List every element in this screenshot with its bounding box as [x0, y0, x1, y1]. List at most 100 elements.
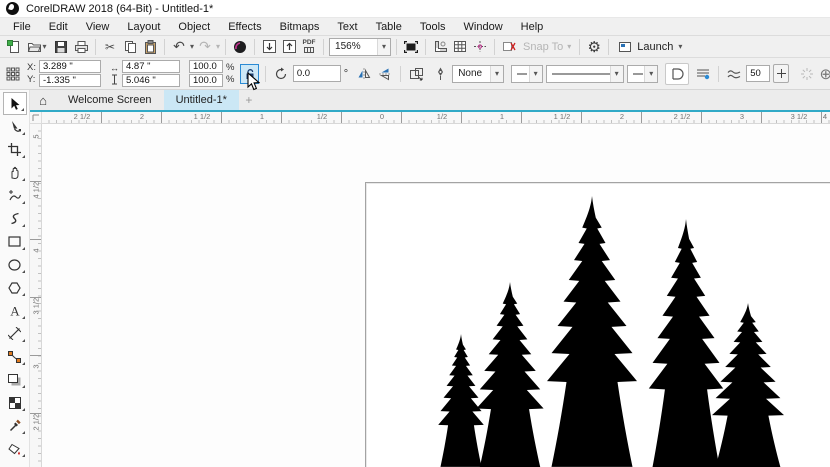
import-icon[interactable] [260, 38, 278, 56]
snap-off-icon[interactable] [500, 38, 518, 56]
show-grid-icon[interactable] [451, 38, 469, 56]
menu-table[interactable]: Table [367, 18, 411, 36]
vruler-label: 5 [32, 131, 41, 143]
print-icon[interactable] [72, 38, 90, 56]
copy-icon[interactable] [121, 38, 139, 56]
tool-shape[interactable] [3, 115, 27, 138]
cut-icon[interactable]: ✂ [101, 38, 119, 56]
rotation-angle-field[interactable]: 0.0 [293, 65, 341, 82]
arrow-end-combo[interactable]: ▾ [627, 65, 659, 83]
tab-welcome-screen[interactable]: Welcome Screen [56, 90, 164, 110]
home-tab-icon[interactable]: ⌂ [30, 90, 56, 110]
vruler-label: 3 1/2 [32, 303, 41, 315]
pine-tree-2[interactable] [476, 282, 543, 467]
save-icon[interactable] [52, 38, 70, 56]
propbar-separator [265, 66, 266, 82]
smoothing-value-field[interactable]: 50 [746, 65, 770, 82]
tool-parallel-dimension[interactable] [3, 322, 27, 345]
drawing-canvas[interactable] [42, 124, 830, 467]
pine-tree-5[interactable] [712, 303, 784, 467]
menu-tools[interactable]: Tools [411, 18, 455, 36]
menu-object[interactable]: Object [169, 18, 219, 36]
pine-tree-1[interactable] [438, 334, 484, 467]
object-height-icon [110, 74, 119, 85]
horizontal-ruler[interactable]: 2 1/2 2 1 1/2 1 1/2 0 1/2 1 1 1/2 2 2 1/… [42, 112, 830, 124]
open-dropdown-caret-icon[interactable]: ▾ [42, 43, 46, 51]
arrow-start-combo[interactable]: ▾ [511, 65, 543, 83]
tool-drop-shadow[interactable] [3, 368, 27, 391]
menu-file[interactable]: File [4, 18, 40, 36]
mirror-horizontal-icon[interactable] [355, 65, 373, 83]
vruler-label: 2 1/2 [32, 419, 41, 431]
show-guidelines-icon[interactable] [471, 38, 489, 56]
outline-width-combo[interactable]: None ▾ [452, 65, 504, 83]
add-preset-icon[interactable]: ⊕ [819, 65, 830, 83]
y-position-field[interactable]: -1.335 " [39, 74, 101, 87]
object-width-field[interactable]: 4.87 " [122, 60, 180, 73]
x-position-field[interactable]: 3.289 " [39, 60, 101, 73]
tool-rectangle[interactable] [3, 230, 27, 253]
menu-edit[interactable]: Edit [40, 18, 77, 36]
options-gear-icon[interactable]: ⚙ [585, 38, 603, 56]
effects-starburst-icon [798, 65, 816, 83]
tool-bspline[interactable] [3, 207, 27, 230]
open-document-icon[interactable]: ▾ [24, 38, 50, 56]
hruler-label: 1 1/2 [194, 112, 211, 121]
tool-interactive-fill[interactable] [3, 437, 27, 460]
hruler-label: 1 [500, 112, 504, 121]
pine-trees-artwork[interactable] [366, 182, 830, 467]
launch-caret-icon: ▾ [678, 43, 682, 51]
menu-effects[interactable]: Effects [219, 18, 270, 36]
export-icon[interactable] [280, 38, 298, 56]
undo-icon[interactable]: ↶ [170, 38, 188, 56]
tool-text[interactable]: A [3, 299, 27, 322]
launch-dropdown[interactable]: Launch ▾ [614, 41, 686, 53]
search-content-icon[interactable] [231, 38, 249, 56]
wrap-paragraph-text-icon[interactable] [665, 63, 689, 85]
publish-to-pdf-icon[interactable]: PDF [300, 38, 318, 56]
tool-color-eyedropper[interactable] [3, 414, 27, 437]
hruler-label: 3 1/2 [791, 112, 808, 121]
tool-pick[interactable] [3, 92, 27, 115]
undo-dropdown-caret-icon[interactable]: ▾ [190, 43, 194, 51]
menu-layout[interactable]: Layout [118, 18, 169, 36]
convert-to-curves-icon[interactable] [407, 65, 425, 83]
tool-ellipse[interactable] [3, 253, 27, 276]
lock-ratio-button[interactable] [240, 64, 258, 84]
tab-untitled-1[interactable]: Untitled-1* [164, 90, 239, 110]
tool-crop[interactable] [3, 138, 27, 161]
pine-tree-4[interactable] [649, 219, 723, 467]
scale-vertical-field[interactable]: 100.0 [189, 74, 223, 87]
arrow-end-glyph [633, 73, 643, 75]
scale-horizontal-field[interactable]: 100.0 [189, 60, 223, 73]
toolbar-separator [254, 39, 255, 55]
new-document-tab-icon[interactable]: + [239, 90, 259, 110]
text-properties-icon[interactable] [694, 65, 712, 83]
ruler-origin-corner[interactable] [30, 112, 42, 124]
hruler-label: 0 [380, 112, 384, 121]
new-document-icon[interactable] [4, 38, 22, 56]
menu-help[interactable]: Help [512, 18, 553, 36]
vertical-ruler[interactable]: 5 4 1/2 4 3 1/2 3 2 1/2 [30, 124, 42, 467]
tool-connector[interactable] [3, 345, 27, 368]
degree-label: ° [344, 68, 348, 80]
fullscreen-preview-icon[interactable] [402, 38, 420, 56]
mirror-vertical-icon[interactable] [376, 65, 394, 83]
outline-pen-icon [431, 65, 449, 83]
menu-bitmaps[interactable]: Bitmaps [271, 18, 329, 36]
pine-tree-3[interactable] [547, 196, 637, 467]
zoom-level-combo[interactable]: 156% ▾ [329, 38, 391, 56]
show-rulers-icon[interactable] [431, 38, 449, 56]
object-height-field[interactable]: 5.046 " [122, 74, 180, 87]
menu-text[interactable]: Text [328, 18, 366, 36]
menu-view[interactable]: View [77, 18, 119, 36]
menu-window[interactable]: Window [455, 18, 512, 36]
line-style-combo[interactable]: ▾ [546, 65, 624, 83]
smoothing-stepper-icon[interactable] [773, 64, 789, 83]
document-tab-bar: ⌂ Welcome Screen Untitled-1* + [30, 90, 830, 110]
tool-polygon[interactable] [3, 276, 27, 299]
tool-transparency[interactable] [3, 391, 27, 414]
paste-icon[interactable] [141, 38, 159, 56]
tool-pan-hand[interactable] [3, 161, 27, 184]
tool-freehand[interactable] [3, 184, 27, 207]
